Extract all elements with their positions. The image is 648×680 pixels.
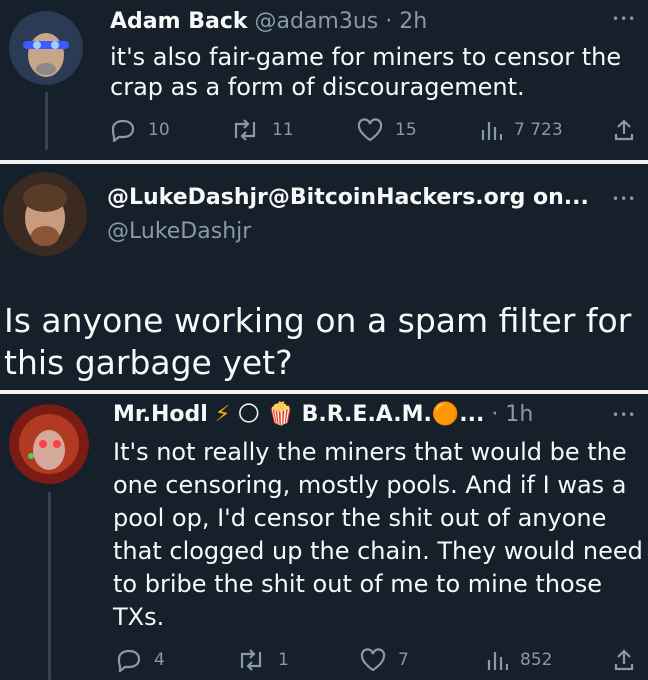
display-name[interactable]: @LukeDashjr@BitcoinHackers.org on... <box>107 185 589 210</box>
action-bar: 10 11 15 7 723 <box>0 118 648 148</box>
retweet-icon <box>234 119 256 141</box>
handle[interactable]: @LukeDashjr <box>107 218 251 246</box>
display-name-suffix[interactable]: B.R.E.A.M. <box>302 402 432 427</box>
tweet-text: it's also fair-game for miners to censor… <box>110 42 621 102</box>
dot-separator: · <box>385 9 393 34</box>
view-count: 7 723 <box>514 120 563 140</box>
views-icon <box>487 652 508 670</box>
reply-count: 10 <box>148 120 170 140</box>
share-icon <box>614 119 634 141</box>
share-button[interactable] <box>612 648 636 672</box>
separator <box>0 160 648 164</box>
retweet-count: 11 <box>272 120 294 140</box>
tweet-text-line: that clogged up the chain. They would ne… <box>113 537 643 565</box>
tweet-header: Mr.Hodl ⚡ 🌕 🍿 B.R.E.A.M.🟠... · 1h <box>113 400 533 430</box>
reply-icon <box>111 119 135 142</box>
tweet-text-line: pool op, I'd censor the shit out of anyo… <box>113 504 607 532</box>
avatar-luke-dashjr[interactable] <box>3 172 87 256</box>
tweet-header: @LukeDashjr@BitcoinHackers.org on... <box>107 184 589 212</box>
display-name[interactable]: Adam Back <box>110 9 248 34</box>
heart-icon <box>357 118 383 142</box>
display-name[interactable]: Mr.Hodl <box>113 402 208 427</box>
retweet-button[interactable]: 1 <box>236 648 289 672</box>
heart-icon <box>360 648 386 672</box>
reply-button[interactable]: 10 <box>110 118 170 142</box>
share-button[interactable] <box>612 118 636 142</box>
reply-icon <box>117 649 141 672</box>
lightning-icon: ⚡ <box>214 402 231 427</box>
retweet-button[interactable]: 11 <box>230 118 294 142</box>
like-count: 15 <box>395 120 417 140</box>
dot-separator: · <box>491 402 499 427</box>
more-options-icon[interactable]: ••• <box>612 409 636 421</box>
tweet-text-line: one censoring, mostly pools. And if I wa… <box>113 471 627 499</box>
share-icon <box>614 649 634 671</box>
like-button[interactable]: 7 <box>360 648 409 672</box>
views-icon <box>481 122 502 140</box>
like-count: 7 <box>398 650 409 670</box>
timestamp[interactable]: 1h <box>505 402 533 427</box>
tweet-text-line: It's not really the miners that would be… <box>113 438 627 466</box>
name-ellipsis: ... <box>459 402 485 427</box>
view-count: 852 <box>520 650 553 670</box>
reply-count: 4 <box>154 650 165 670</box>
avatar-mr-hodl[interactable] <box>9 404 89 484</box>
tweet-text-line: it's also fair-game for miners to censor… <box>110 43 622 71</box>
tweet-text: It's not really the miners that would be… <box>113 436 643 634</box>
views-button[interactable]: 852 <box>486 648 552 672</box>
retweet-count: 1 <box>278 650 289 670</box>
popcorn-icon: 🍿 <box>267 402 295 427</box>
tweet-text-line: crap as a form of discouragement. <box>110 73 525 101</box>
moon-icon: 🌕 <box>237 402 261 427</box>
orange-circle-icon: 🟠 <box>431 402 460 427</box>
retweet-icon <box>240 649 262 671</box>
timestamp[interactable]: 2h <box>399 9 427 34</box>
reply-button[interactable]: 4 <box>116 648 165 672</box>
more-options-icon[interactable]: ••• <box>612 193 636 205</box>
avatar-adam-back[interactable] <box>9 11 83 85</box>
tweet-header: Adam Back @adam3us · 2h <box>110 8 427 36</box>
tweet-text-line: this garbage yet? <box>4 343 293 382</box>
tweet-text: Is anyone working on a spam filter for t… <box>4 300 631 384</box>
more-options-icon[interactable]: ••• <box>612 13 636 25</box>
tweet-text-line: Is anyone working on a spam filter for <box>4 301 632 340</box>
like-button[interactable]: 15 <box>357 118 417 142</box>
tweet-text-line: to bribe the shit out of me to mine thos… <box>113 570 602 598</box>
separator <box>0 390 648 394</box>
handle[interactable]: @adam3us <box>255 9 379 34</box>
tweet-text-line: TXs. <box>113 603 165 631</box>
views-button[interactable]: 7 723 <box>480 118 563 142</box>
action-bar: 4 1 7 852 <box>0 648 648 678</box>
